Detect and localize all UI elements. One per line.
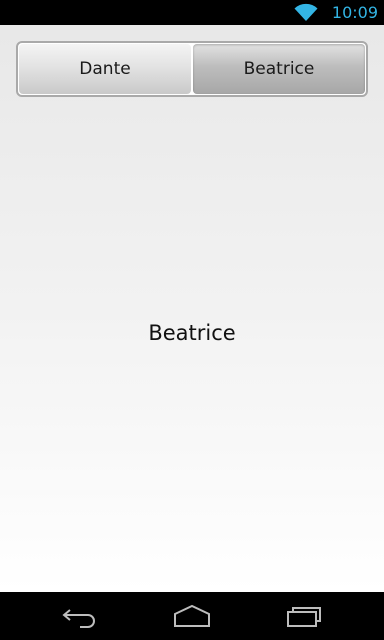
back-icon <box>62 609 95 628</box>
back-button[interactable] <box>56 600 104 632</box>
navigation-bar <box>0 592 384 640</box>
selected-item-text: Beatrice <box>148 321 236 345</box>
segment-beatrice[interactable]: Beatrice <box>193 44 365 94</box>
wifi-icon <box>294 3 318 21</box>
screen: 10:09 Dante Beatrice Beatrice <box>0 0 384 640</box>
home-button[interactable] <box>168 600 216 632</box>
status-bar: 10:09 <box>0 0 384 25</box>
segment-dante[interactable]: Dante <box>19 44 191 94</box>
segmented-control: Dante Beatrice <box>16 41 368 97</box>
status-time: 10:09 <box>331 3 378 22</box>
recents-button[interactable] <box>280 600 328 632</box>
segment-label: Dante <box>79 59 131 79</box>
segment-label: Beatrice <box>243 59 315 79</box>
main-content: Dante Beatrice Beatrice <box>0 25 384 592</box>
recents-icon <box>287 607 321 627</box>
home-icon <box>174 604 210 627</box>
